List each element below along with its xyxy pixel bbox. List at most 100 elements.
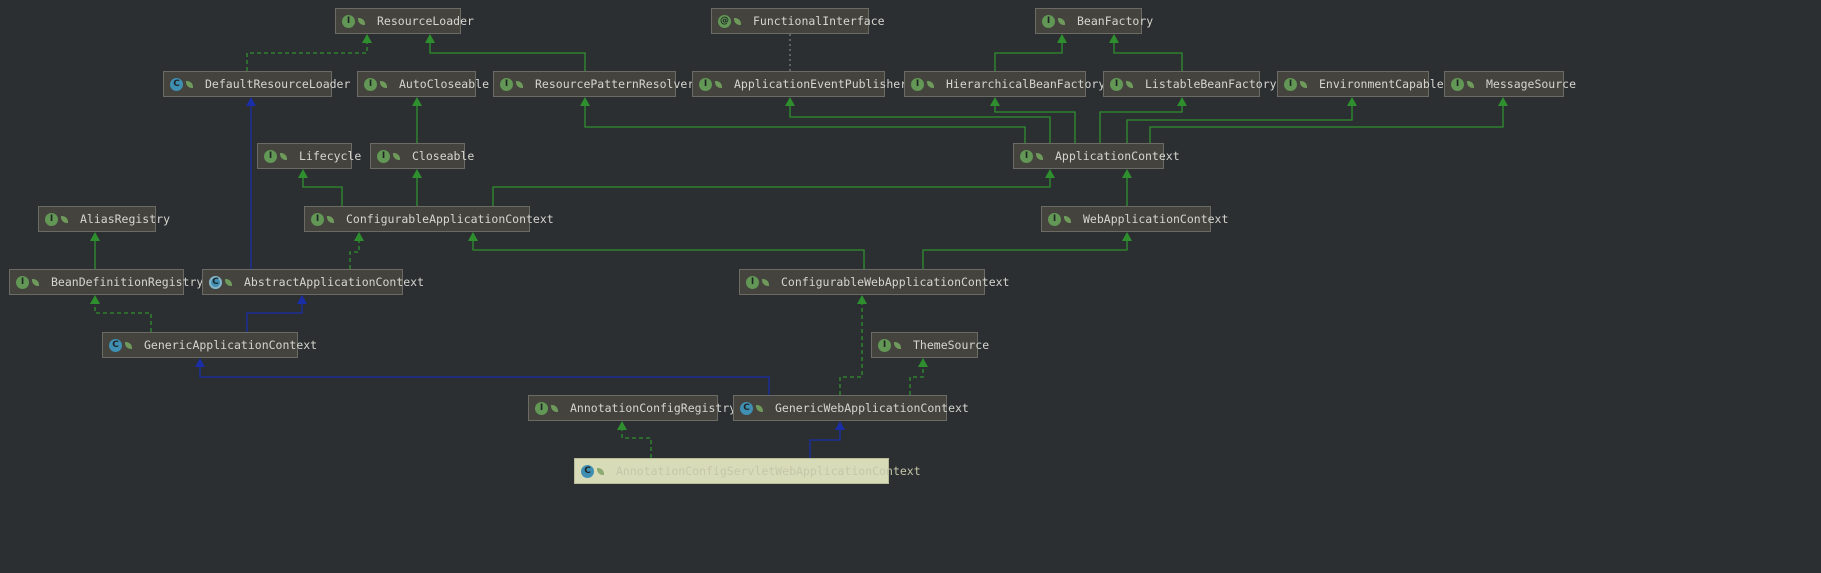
node-label: AutoCloseable [399, 77, 490, 91]
edge-arrowhead [990, 97, 1000, 106]
visibility-icon [32, 278, 39, 286]
interface-icon: I [45, 212, 58, 226]
annotation-icon: @ [718, 14, 731, 28]
node-functional-interface[interactable]: @ FunctionalInterface [711, 8, 885, 34]
visibility-icon [1036, 152, 1043, 160]
interface-icon: I [500, 77, 513, 91]
node-environment-capable[interactable]: I EnvironmentCapable [1277, 71, 1444, 97]
node-label: BeanFactory [1077, 14, 1154, 28]
node-resource-loader[interactable]: I ResourceLoader [335, 8, 474, 34]
node-generic-application-context[interactable]: C GenericApplicationContext [102, 332, 317, 358]
visibility-icon [393, 152, 400, 160]
edge-arrowhead [1122, 169, 1132, 178]
visibility-icon [1064, 215, 1071, 223]
interface-extends-edge [429, 42, 586, 71]
node-application-event-publisher[interactable]: I ApplicationEventPublisher [692, 71, 907, 97]
interface-extends-edge [492, 177, 1051, 206]
edge-arrowhead [195, 358, 205, 367]
edge-arrowhead [90, 295, 100, 304]
node-label: ResourceLoader [377, 14, 474, 28]
class-icon: C [581, 464, 594, 478]
node-hierarchical-bean-factory[interactable]: I HierarchicalBeanFactory [904, 71, 1105, 97]
class-icon: C [740, 401, 753, 415]
interface-icon: I [1110, 77, 1123, 91]
node-default-resource-loader[interactable]: C DefaultResourceLoader [163, 71, 350, 97]
edge-arrowhead [362, 34, 372, 43]
visibility-icon [61, 215, 68, 223]
node-lifecycle[interactable]: I Lifecycle [257, 143, 361, 169]
visibility-icon [280, 152, 287, 160]
edge-arrowhead [1057, 34, 1067, 43]
edge-arrowhead [246, 97, 256, 106]
visibility-icon [927, 80, 934, 88]
visibility-icon [1058, 17, 1065, 25]
edge-arrowhead [857, 295, 867, 304]
edge-arrowhead [1498, 97, 1508, 106]
interface-icon: I [746, 275, 759, 289]
node-label: ThemeSource [913, 338, 990, 352]
edge-arrowhead [468, 232, 478, 241]
node-configurable-web-application-context[interactable]: I ConfigurableWebApplicationContext [739, 269, 1009, 295]
interface-icon: I [1451, 77, 1464, 91]
node-label: WebApplicationContext [1083, 212, 1229, 226]
interface-icon: I [264, 149, 277, 163]
edge-arrowhead [617, 421, 627, 430]
node-label: FunctionalInterface [753, 14, 885, 28]
node-label: GenericWebApplicationContext [775, 401, 969, 415]
visibility-icon [225, 278, 232, 286]
visibility-icon [1126, 80, 1133, 88]
node-abstract-application-context[interactable]: C AbstractApplicationContext [202, 269, 424, 295]
node-label: AnnotationConfigRegistry [570, 401, 737, 415]
node-listable-bean-factory[interactable]: I ListableBeanFactory [1103, 71, 1277, 97]
implements-edge [94, 303, 152, 332]
implements-edge [349, 240, 360, 269]
node-label: DefaultResourceLoader [205, 77, 351, 91]
interface-icon: I [377, 149, 390, 163]
node-alias-registry[interactable]: I AliasRegistry [38, 206, 170, 232]
node-bean-definition-registry[interactable]: I BeanDefinitionRegistry [9, 269, 203, 295]
visibility-icon [597, 467, 604, 475]
visibility-icon [1300, 80, 1307, 88]
visibility-icon [894, 341, 901, 349]
node-label: ResourcePatternResolver [535, 77, 695, 91]
visibility-icon [756, 404, 763, 412]
class-icon: C [109, 338, 122, 352]
interface-extends-edge [1149, 105, 1504, 143]
uml-class-diagram: I ResourceLoader @ FunctionalInterface I Bean… [0, 0, 1821, 573]
node-message-source[interactable]: I MessageSource [1444, 71, 1576, 97]
edge-arrowhead [785, 97, 795, 106]
node-web-application-context[interactable]: I WebApplicationContext [1041, 206, 1228, 232]
node-theme-source[interactable]: I ThemeSource [871, 332, 989, 358]
interface-extends-edge [472, 240, 865, 269]
node-closeable[interactable]: I Closeable [370, 143, 474, 169]
node-application-context[interactable]: I ApplicationContext [1013, 143, 1180, 169]
interface-icon: I [699, 77, 712, 91]
visibility-icon [1467, 80, 1474, 88]
interface-icon: I [16, 275, 29, 289]
interface-extends-edge [1126, 105, 1353, 143]
node-generic-web-application-context[interactable]: C GenericWebApplicationContext [733, 395, 969, 421]
node-label: ApplicationContext [1055, 149, 1180, 163]
node-label: GenericApplicationContext [144, 338, 318, 352]
node-label: Closeable [412, 149, 475, 163]
interface-extends-edge [789, 105, 1051, 143]
node-resource-pattern-resolver[interactable]: I ResourcePatternResolver [493, 71, 694, 97]
edge-arrowhead [412, 169, 422, 178]
interface-extends-edge [994, 42, 1063, 71]
edge-arrowhead [354, 232, 364, 241]
edge-arrowhead [835, 421, 845, 430]
node-bean-factory[interactable]: I BeanFactory [1035, 8, 1153, 34]
node-annotation-config-servlet-web-application-context[interactable]: C AnnotationConfigServletWebApplicationCo… [574, 458, 921, 484]
node-auto-closeable[interactable]: I AutoCloseable [357, 71, 489, 97]
node-label: Lifecycle [299, 149, 362, 163]
edge-arrowhead [297, 295, 307, 304]
node-configurable-application-context[interactable]: I ConfigurableApplicationContext [304, 206, 554, 232]
edge-arrowhead [1045, 169, 1055, 178]
abstract-icon: C [209, 275, 222, 289]
visibility-icon [516, 80, 523, 88]
node-label: MessageSource [1486, 77, 1577, 91]
interface-icon: I [1048, 212, 1061, 226]
node-annotation-config-registry[interactable]: I AnnotationConfigRegistry [528, 395, 736, 421]
interface-icon: I [1042, 14, 1055, 28]
node-label: ListableBeanFactory [1145, 77, 1277, 91]
